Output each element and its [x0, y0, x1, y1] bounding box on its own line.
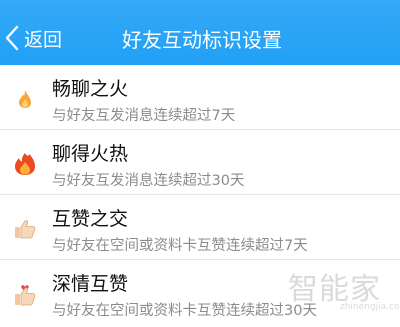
small-flame-icon	[14, 87, 36, 111]
badge-name: 聊得火热	[52, 143, 129, 165]
badge-description: 与好友在空间或资料卡互赞连续超过30天	[52, 303, 317, 319]
badge-description: 与好友在空间或资料卡互赞连续超过7天	[52, 238, 308, 254]
badge-name: 畅聊之火	[52, 78, 129, 100]
thumbs-up-icon	[14, 217, 36, 241]
page-title: 好友互动标识设置	[122, 28, 282, 52]
list-item[interactable]: 畅聊之火 与好友互发消息连续超过7天	[0, 65, 400, 130]
header-bar: 返回 好友互动标识设置	[0, 0, 400, 65]
list-item[interactable]: 互赞之交 与好友在空间或资料卡互赞连续超过7天	[0, 195, 400, 260]
interaction-badge-list: 畅聊之火 与好友互发消息连续超过7天 聊得火热 与好友互发消息连续超过30天 互…	[0, 65, 400, 325]
thumbs-up-heart-icon	[14, 282, 36, 306]
big-flame-icon	[14, 152, 36, 176]
badge-description: 与好友互发消息连续超过7天	[52, 108, 236, 124]
badge-name: 深情互赞	[52, 273, 129, 295]
list-item[interactable]: 聊得火热 与好友互发消息连续超过30天	[0, 130, 400, 195]
badge-description: 与好友互发消息连续超过30天	[52, 173, 245, 189]
list-item[interactable]: 深情互赞 与好友在空间或资料卡互赞连续超过30天	[0, 260, 400, 325]
badge-name: 互赞之交	[52, 208, 129, 230]
